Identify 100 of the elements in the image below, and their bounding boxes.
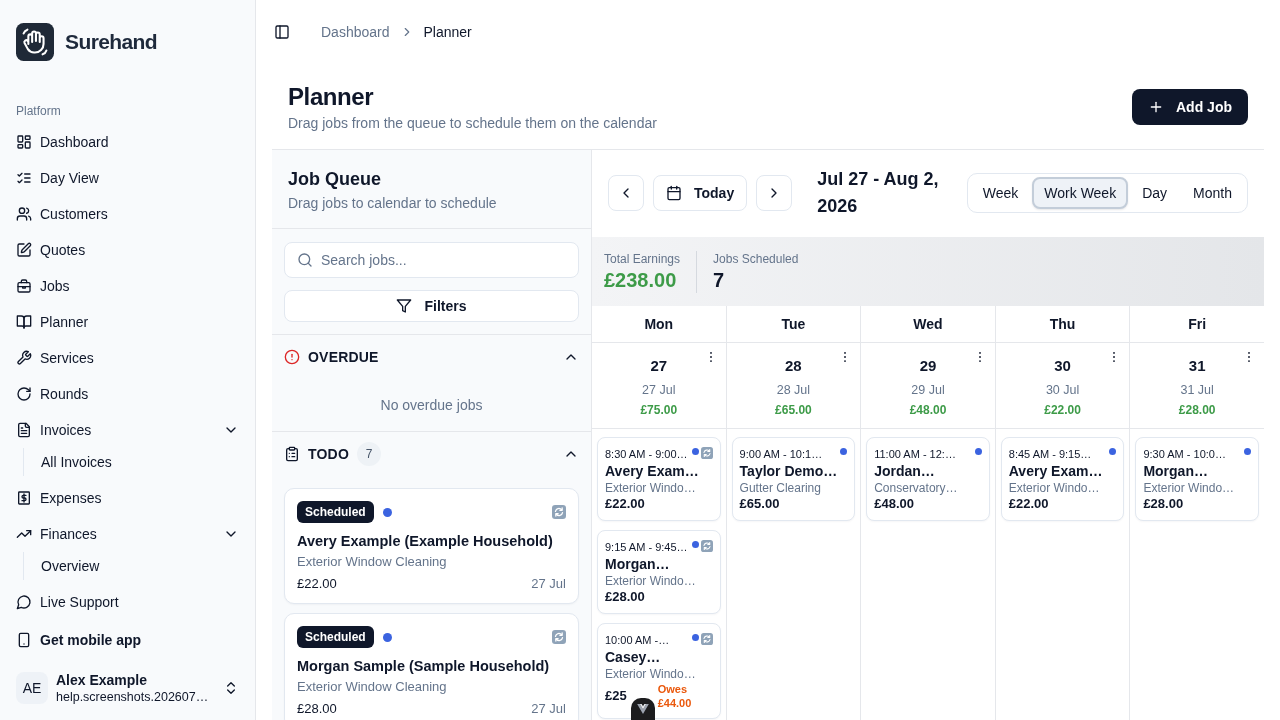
day-number: 30 [1054,356,1071,376]
nav-item[interactable]: Day View [8,160,247,196]
event-client: Taylor Demo… [739,462,839,480]
weekday-label: Wed [861,306,995,343]
nav-item[interactable]: Jobs [8,268,247,304]
event-card[interactable]: 9:15 AM - 9:45… Morgan… Exterior Windo… £28.00 [597,530,721,614]
pen-square-icon [16,242,32,258]
view-tab[interactable]: Day [1130,177,1180,209]
event-client: Morgan… [1143,462,1209,480]
nav-item[interactable]: Invoices [8,412,247,448]
nav-item[interactable]: Quotes [8,232,247,268]
event-price: £22.00 [1008,496,1049,512]
status-dot [691,634,699,641]
nav-item[interactable]: Finances [8,516,247,552]
event-card[interactable]: 9:30 AM - 10:0… Morgan… Exterior Windo… £28.00 [1135,437,1259,521]
panel-left-icon[interactable] [274,24,290,40]
event-client: Morgan… [605,555,671,573]
event-card[interactable]: 8:30 AM - 9:00… Avery Exam… Exterior Windo… £22.00 [597,437,721,521]
view-tab[interactable]: Work Week [1032,177,1129,209]
weekday-label: Tue [726,306,861,343]
search-field[interactable]: Search jobs... [284,242,579,278]
nav-subitem[interactable]: Overview [32,552,247,580]
user-menu[interactable]: AE Alex Example help.screenshots.202607… [8,664,247,712]
floating-tab-button[interactable] [631,698,655,720]
job-service: Exterior Window Cleaning [297,678,448,696]
nav-item[interactable]: Rounds [8,376,247,412]
book-open-icon [16,314,32,330]
sync-arrows-icon [700,447,713,459]
event-service: Exterior Windo… [1008,480,1101,496]
funnel-icon [396,298,413,314]
event-card[interactable]: 10:00 AM -… Casey… Exterior Windo… £25 Owes £44.00 [597,623,721,719]
breadcrumb-current: Planner [423,24,472,40]
plus-icon [1148,99,1164,115]
calendar-icon [666,185,682,201]
job-card[interactable]: Scheduled Morgan Sample (Sample Household) Exterior Window Cleaning £28.00 27 Jul [284,613,579,720]
sync-arrows-icon [552,630,566,644]
section-title: OVERDUE [308,349,379,365]
weekday-label: Fri [1130,306,1264,343]
users-icon [16,206,32,222]
nav-item[interactable]: Services [8,340,247,376]
event-client: Casey… [605,648,662,666]
day-number: 31 [1188,356,1206,376]
event-client: Avery Exam… [605,462,700,480]
view-tab[interactable]: Week [970,177,1031,209]
phone-icon [16,632,32,648]
event-time: 9:30 AM - 10:0… [1143,447,1227,462]
event-time: 8:45 AM - 9:15… [1008,447,1093,462]
day-earnings: £28.00 [1178,402,1216,418]
nav-item[interactable]: Live Support [8,584,247,620]
stat-value: £238.00 [604,267,678,293]
checklist-icon [16,170,32,186]
event-service: Conservatory… [874,480,959,496]
grid-icon [16,134,32,150]
today-button[interactable]: Today [653,175,748,211]
document-icon [16,422,32,438]
weekday-label: Thu [995,306,1130,343]
status-dot [691,541,699,548]
nav-item[interactable]: Dashboard [8,124,247,160]
brand-name: Surehand [65,30,158,54]
job-date: 27 Jul [531,575,566,593]
nav-item[interactable]: Customers [8,196,247,232]
event-price: £28.00 [605,589,645,605]
day-earnings: £48.00 [909,402,947,418]
empty-message: No overdue jobs [379,396,484,415]
day-number: 28 [785,356,802,376]
hand-logo-icon [16,23,54,61]
day-date: 29 Jul [911,382,945,399]
event-card[interactable]: 9:00 AM - 10:1… Taylor Demo… Gutter Clearing £65.00 [731,437,856,521]
job-service: Exterior Window Cleaning [297,553,448,571]
nav-subitem[interactable]: All Invoices [32,448,247,476]
status-dot [974,448,982,455]
sync-arrows-icon [700,633,713,645]
add-job-button[interactable]: Add Job [1132,89,1248,125]
queue-subtitle: Drag jobs to calendar to schedule [288,194,498,213]
event-card[interactable]: 8:45 AM - 9:15… Avery Exam… Exterior Windo… £22.00 [1000,437,1125,521]
filters-button[interactable]: Filters [284,290,579,322]
user-name: Alex Example [56,671,149,689]
event-price: £48.00 [874,496,914,512]
view-tab[interactable]: Month [1181,177,1244,209]
stat-label: Total Earnings [604,250,681,267]
day-earnings: £75.00 [640,402,678,418]
stat-value: 7 [713,267,726,293]
job-client: Avery Example (Example Household) [297,532,554,551]
nav-item[interactable]: Expenses [8,480,247,516]
breadcrumb-link[interactable]: Dashboard [321,24,390,40]
mobile-app-link[interactable]: Get mobile app [8,622,247,658]
page-subtitle: Drag jobs from the queue to schedule them on the calendar [288,114,657,133]
event-service: Exterior Windo… [605,666,697,682]
event-price: £25 [605,688,627,704]
event-service: Exterior Windo… [605,480,697,496]
nav-item[interactable]: Planner [8,304,247,340]
status-dot [691,448,699,455]
job-date: 27 Jul [531,700,566,718]
event-card[interactable]: 11:00 AM - 12:… Jordan… Conservatory… £48.00 [866,437,990,521]
sync-arrows-icon [700,540,713,552]
status-dot [1243,448,1251,455]
event-time: 8:30 AM - 9:00… [605,447,689,462]
event-time: 11:00 AM - 12:… [874,447,957,462]
job-price: £22.00 [297,575,337,593]
job-card[interactable]: Scheduled Avery Example (Example Household) Exterior Window Cleaning £22.00 27 Jul [284,488,579,604]
